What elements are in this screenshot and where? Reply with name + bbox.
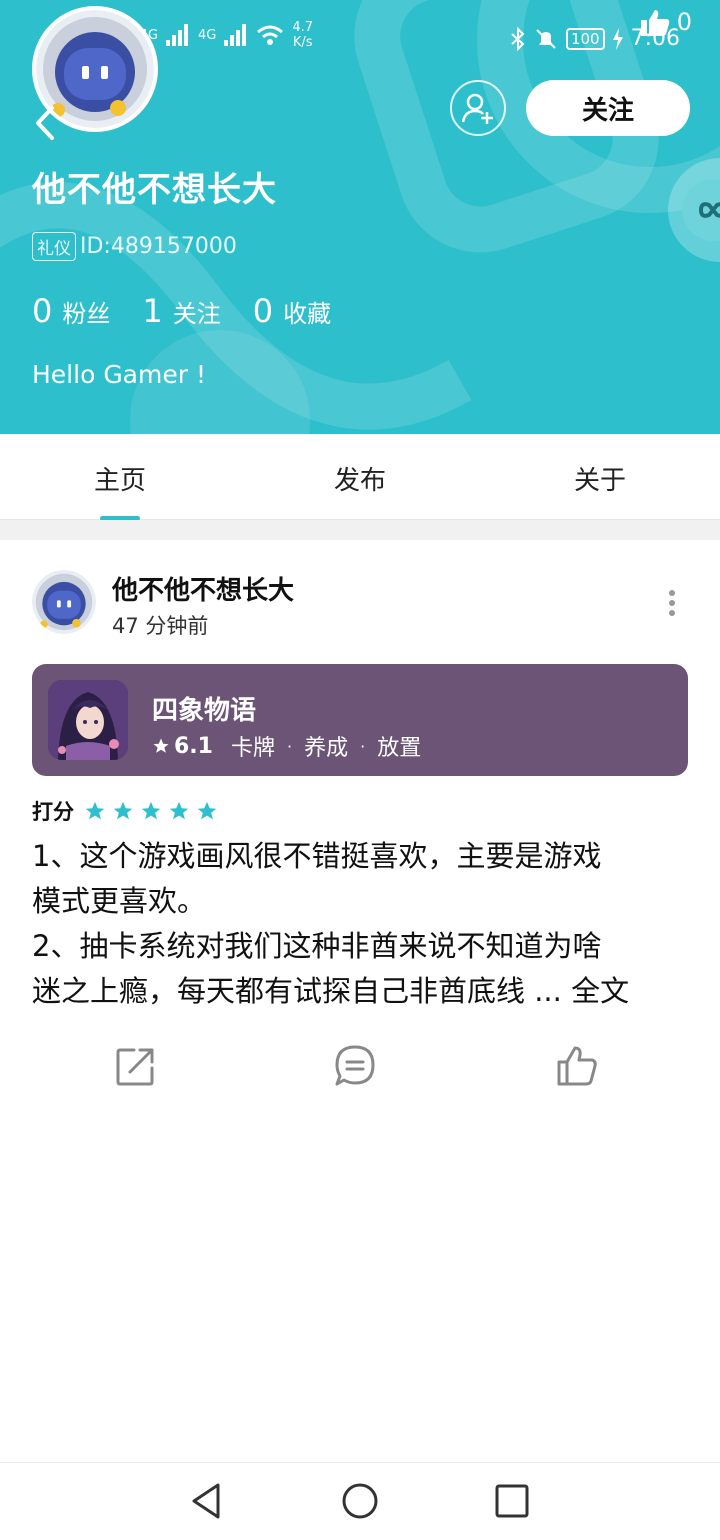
stat-fans-count: 0	[32, 292, 53, 330]
back-chevron-icon[interactable]	[30, 104, 60, 142]
stat-following-label: 关注	[172, 300, 221, 328]
post-author-avatar[interactable]	[32, 570, 96, 634]
game-score: 6.1	[174, 733, 213, 759]
post-author-name[interactable]: 他不他不想长大	[112, 570, 294, 607]
profile-stats: 0 粉丝 1 关注 0 收藏	[32, 292, 363, 330]
stat-following-count: 1	[142, 292, 163, 330]
game-meta: 6.1 卡牌 · 养成 · 放置	[152, 730, 421, 762]
tab-posts[interactable]: 发布	[300, 460, 420, 497]
game-tag: 放置	[377, 736, 422, 761]
nav-back-icon[interactable]	[186, 1481, 226, 1521]
rating-row: 打分	[32, 796, 218, 826]
system-navigation-bar	[0, 1462, 720, 1540]
rating-star-icon	[113, 801, 133, 820]
signal-label-2: 4G	[198, 27, 217, 43]
rating-label: 打分	[32, 800, 74, 824]
profile-username: 他不他不想长大	[32, 170, 277, 210]
thumbs-up-icon	[640, 10, 669, 36]
tag-separator: ·	[360, 736, 366, 756]
post-timestamp: 47 分钟前	[112, 614, 209, 638]
rating-star-icon	[85, 801, 105, 820]
stat-favorites[interactable]: 0 收藏	[253, 292, 331, 330]
id-badge: 礼仪	[32, 232, 76, 261]
header-like[interactable]: 0	[639, 6, 692, 38]
profile-id: ID:489157000	[80, 234, 237, 259]
rating-stars	[84, 800, 218, 822]
game-tag: 卡牌	[230, 736, 275, 761]
read-more-link[interactable]: 全文	[571, 974, 629, 1008]
tab-about[interactable]: 关于	[540, 460, 660, 497]
signal-strength-icon-2	[224, 24, 247, 46]
share-icon[interactable]	[114, 1044, 158, 1088]
section-divider	[0, 520, 720, 540]
profile-bio: Hello Gamer !	[32, 360, 206, 389]
more-options-icon[interactable]	[662, 588, 682, 618]
robot-avatar-image	[32, 570, 96, 634]
game-thumbnail	[48, 680, 128, 760]
comment-icon[interactable]	[333, 1044, 377, 1088]
signal-strength-icon	[166, 24, 189, 46]
stat-fans-label: 粉丝	[62, 300, 111, 328]
add-friend-button[interactable]	[450, 80, 506, 136]
post-line: 1、这个游戏画风很不错挺喜欢，主要是游戏	[32, 839, 602, 873]
thumbs-up-icon[interactable]	[555, 1044, 599, 1088]
game-card[interactable]: 四象物语 6.1 卡牌 · 养成 · 放置	[32, 664, 688, 776]
stat-favorites-count: 0	[252, 292, 274, 330]
bluetooth-icon	[511, 26, 525, 51]
tag-separator: ·	[287, 736, 293, 756]
nav-home-icon[interactable]	[340, 1481, 380, 1521]
post-line: 迷之上瘾，每天都有试探自己非酋底线 ...	[32, 974, 572, 1008]
floating-side-button-inner	[682, 179, 720, 241]
mute-bell-icon	[536, 28, 556, 49]
stat-following[interactable]: 1 关注	[142, 292, 220, 330]
wifi-icon	[257, 25, 284, 45]
star-icon	[153, 738, 169, 753]
profile-header: HD 4G 4G 4.7 K/s 100 7:06 0	[0, 0, 720, 434]
game-cover-art	[48, 680, 128, 760]
header-like-count: 0	[676, 8, 692, 36]
profile-tabs: 主页 发布 关于	[0, 434, 720, 520]
follow-button[interactable]: 关注	[526, 80, 690, 136]
post-body[interactable]: 1、这个游戏画风很不错挺喜欢，主要是游戏 模式更喜欢。 2、抽卡系统对我们这种非…	[32, 834, 692, 1014]
stat-favorites-label: 收藏	[283, 300, 332, 328]
speed-unit: K/s	[292, 35, 313, 50]
rating-star-icon	[169, 801, 189, 820]
post-line: 2、抽卡系统对我们这种非酋来说不知道为啥	[32, 929, 602, 963]
stat-fans[interactable]: 0 粉丝	[32, 292, 110, 330]
game-title: 四象物语	[152, 696, 257, 726]
charging-icon	[612, 27, 623, 50]
network-speed: 4.7 K/s	[292, 20, 313, 50]
rating-star-icon	[197, 801, 217, 820]
post-line-last: 迷之上瘾，每天都有试探自己非酋底线 ... 全文	[32, 969, 692, 1014]
nav-recents-icon[interactable]	[492, 1481, 532, 1521]
game-tag: 养成	[304, 736, 349, 761]
speed-value: 4.7	[292, 20, 314, 35]
add-user-icon	[461, 93, 493, 124]
rating-star-icon	[141, 801, 161, 820]
post-line: 模式更喜欢。	[32, 884, 207, 918]
profile-id-row: 礼仪 ID:489157000	[32, 232, 237, 261]
tab-home[interactable]: 主页	[60, 460, 180, 497]
loop-icon	[699, 202, 720, 218]
battery-level: 100	[565, 27, 605, 50]
